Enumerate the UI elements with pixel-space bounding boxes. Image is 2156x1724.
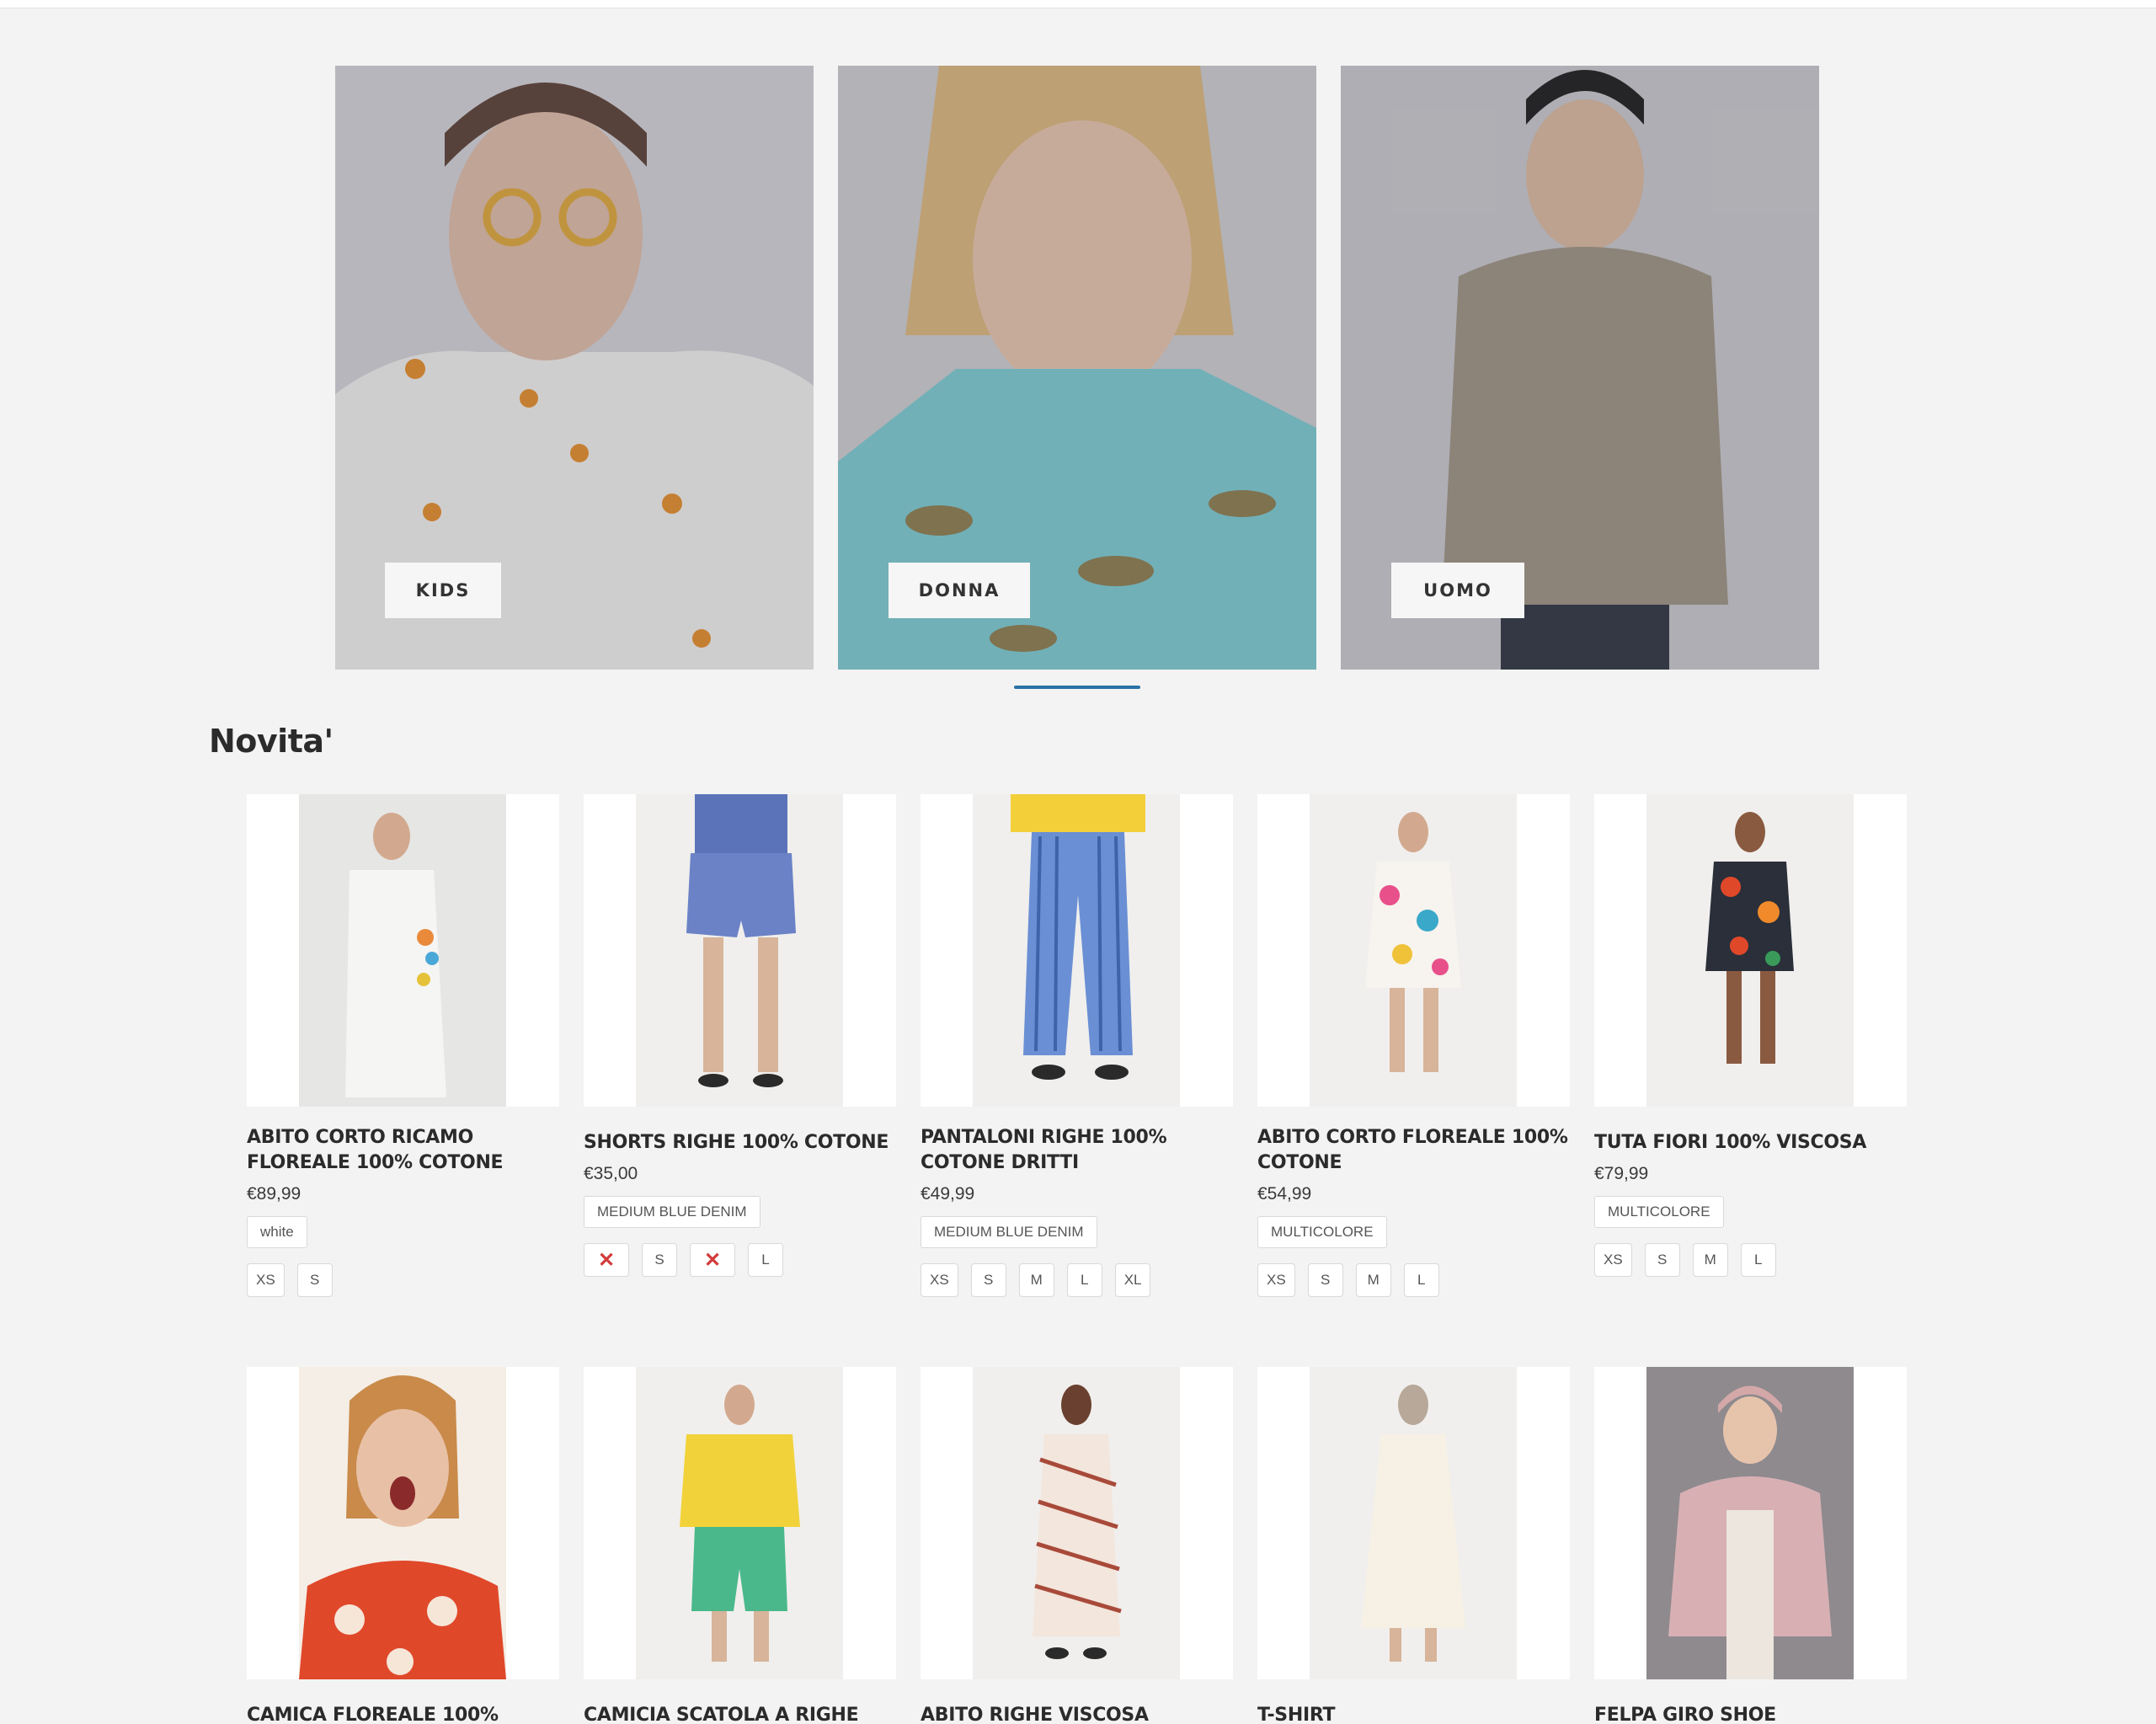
product-card[interactable]: TUTA FIORI 100% VISCOSA €79,99 MULTICOLO… bbox=[1594, 794, 1907, 1277]
product-image[interactable] bbox=[247, 1367, 559, 1679]
size-option[interactable]: L bbox=[1066, 1263, 1102, 1297]
size-option[interactable]: XS bbox=[1257, 1263, 1295, 1297]
product-card[interactable]: CAMICA FLOREALE 100% bbox=[247, 1367, 559, 1724]
size-option[interactable]: XL bbox=[1114, 1263, 1151, 1297]
product-price: €54,99 bbox=[1257, 1184, 1312, 1204]
size-option[interactable]: M bbox=[1018, 1263, 1054, 1297]
product-card[interactable]: PANTALONI RIGHE 100% COTONE DRITTI €49,9… bbox=[921, 794, 1233, 1297]
product-price: €79,99 bbox=[1594, 1164, 1649, 1183]
size-options: XS S M L bbox=[1594, 1243, 1907, 1277]
size-option[interactable]: L bbox=[748, 1243, 783, 1277]
size-options: ✕ S ✕ L bbox=[584, 1243, 896, 1277]
size-options: XS S M L XL bbox=[921, 1263, 1233, 1297]
product-image[interactable] bbox=[1257, 1367, 1570, 1679]
product-card[interactable]: CAMICIA SCATOLA A RIGHE bbox=[584, 1367, 896, 1724]
product-card[interactable]: T-SHIRT bbox=[1257, 1367, 1570, 1724]
product-photo bbox=[636, 794, 843, 1107]
product-image[interactable] bbox=[1257, 794, 1570, 1107]
product-name[interactable]: CAMICIA SCATOLA A RIGHE bbox=[584, 1703, 896, 1724]
size-option-unavailable[interactable]: ✕ bbox=[584, 1243, 629, 1277]
product-image[interactable] bbox=[247, 794, 559, 1107]
category-button-uomo[interactable]: UOMO bbox=[1391, 563, 1524, 618]
size-option[interactable]: M bbox=[1355, 1263, 1391, 1297]
size-option[interactable]: S bbox=[296, 1263, 333, 1297]
product-name[interactable]: T-SHIRT bbox=[1257, 1703, 1570, 1724]
product-photo bbox=[299, 794, 506, 1107]
product-photo bbox=[973, 794, 1180, 1107]
size-options: XS S bbox=[247, 1263, 559, 1297]
product-card[interactable]: SHORTS RIGHE 100% COTONE €35,00 MEDIUM B… bbox=[584, 794, 896, 1277]
product-card[interactable]: FELPA GIRO SHOE bbox=[1594, 1367, 1907, 1724]
color-option[interactable]: white bbox=[247, 1216, 307, 1248]
product-photo bbox=[1646, 1367, 1854, 1679]
product-image[interactable] bbox=[584, 1367, 896, 1679]
size-option[interactable]: S bbox=[1644, 1243, 1680, 1277]
product-name[interactable]: SHORTS RIGHE 100% COTONE bbox=[584, 1130, 896, 1156]
size-option[interactable]: M bbox=[1692, 1243, 1728, 1277]
product-photo bbox=[973, 1367, 1180, 1679]
product-card[interactable]: ABITO CORTO FLOREALE 100% COTONE €54,99 … bbox=[1257, 794, 1570, 1297]
product-name[interactable]: TUTA FIORI 100% VISCOSA bbox=[1594, 1130, 1907, 1156]
product-image[interactable] bbox=[921, 1367, 1233, 1679]
top-bar bbox=[0, 0, 2156, 8]
product-image[interactable] bbox=[584, 794, 896, 1107]
product-photo bbox=[1310, 794, 1517, 1107]
product-card[interactable]: ABITO CORTO RICAMO FLOREALE 100% COTONE … bbox=[247, 794, 559, 1297]
color-option[interactable]: MULTICOLORE bbox=[1257, 1216, 1387, 1248]
product-photo bbox=[299, 1367, 506, 1679]
size-option[interactable]: S bbox=[642, 1243, 677, 1277]
section-title: Novita' bbox=[209, 723, 334, 760]
product-name[interactable]: FELPA GIRO SHOE bbox=[1594, 1703, 1907, 1724]
product-name[interactable]: PANTALONI RIGHE 100% COTONE DRITTI bbox=[921, 1125, 1233, 1176]
product-photo bbox=[1310, 1367, 1517, 1679]
product-image[interactable] bbox=[1594, 1367, 1907, 1679]
product-image[interactable] bbox=[1594, 794, 1907, 1107]
size-options: XS S M L bbox=[1257, 1263, 1570, 1297]
size-option[interactable]: S bbox=[970, 1263, 1006, 1297]
size-option[interactable]: L bbox=[1740, 1243, 1776, 1277]
carousel-indicator[interactable] bbox=[1014, 686, 1140, 689]
product-name[interactable]: ABITO RIGHE VISCOSA bbox=[921, 1703, 1233, 1724]
color-option[interactable]: MEDIUM BLUE DENIM bbox=[584, 1196, 760, 1228]
category-button-kids[interactable]: KIDS bbox=[385, 563, 501, 618]
category-button-donna[interactable]: DONNA bbox=[889, 563, 1030, 618]
color-option[interactable]: MULTICOLORE bbox=[1594, 1196, 1724, 1228]
product-photo bbox=[1646, 794, 1854, 1107]
product-name[interactable]: ABITO CORTO RICAMO FLOREALE 100% COTONE bbox=[247, 1125, 559, 1176]
product-name[interactable]: CAMICA FLOREALE 100% bbox=[247, 1703, 559, 1724]
product-image[interactable] bbox=[921, 794, 1233, 1107]
size-option[interactable]: XS bbox=[921, 1263, 958, 1297]
product-card[interactable]: ABITO RIGHE VISCOSA bbox=[921, 1367, 1233, 1724]
product-price: €49,99 bbox=[921, 1184, 975, 1204]
size-option[interactable]: L bbox=[1403, 1263, 1439, 1297]
product-photo bbox=[636, 1367, 843, 1679]
color-option[interactable]: MEDIUM BLUE DENIM bbox=[921, 1216, 1097, 1248]
size-option[interactable]: XS bbox=[1594, 1243, 1632, 1277]
size-option[interactable]: S bbox=[1307, 1263, 1343, 1297]
product-name[interactable]: ABITO CORTO FLOREALE 100% COTONE bbox=[1257, 1125, 1570, 1176]
size-option[interactable]: XS bbox=[247, 1263, 285, 1297]
size-option-unavailable[interactable]: ✕ bbox=[690, 1243, 735, 1277]
product-price: €89,99 bbox=[247, 1184, 302, 1204]
product-price: €35,00 bbox=[584, 1164, 638, 1183]
